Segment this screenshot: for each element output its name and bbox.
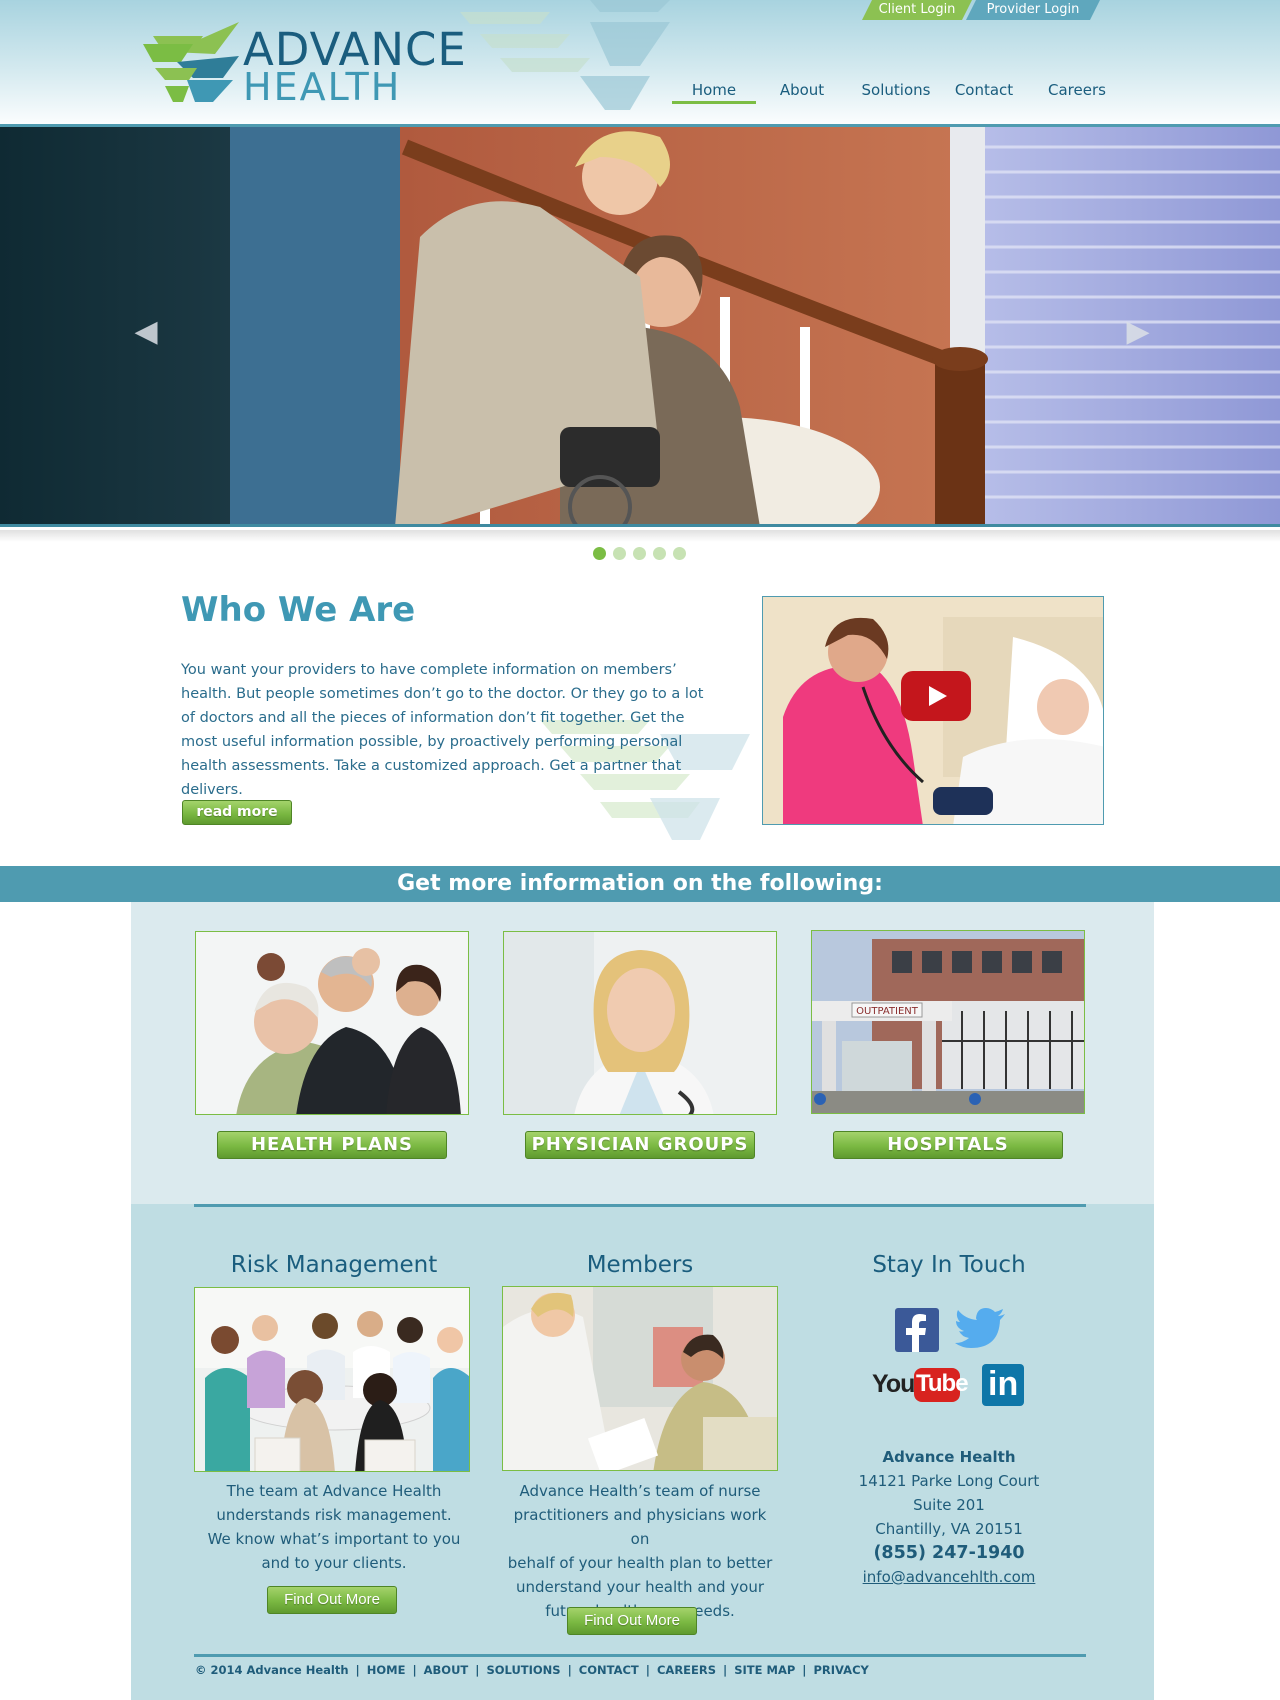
health-plans-image[interactable] [195,931,469,1115]
youtube-tube-text: Tube [916,1370,969,1397]
client-login-link[interactable]: Client Login [862,0,972,20]
section-divider [194,1204,1086,1207]
footer-separator: | [475,1663,480,1677]
risk-management-image[interactable] [194,1287,470,1472]
members-line: understand your health and your [515,1578,765,1596]
footer-separator: | [723,1663,728,1677]
hospitals-photo: OUTPATIENT [812,931,1084,1113]
risk-line: We know what’s important to you [207,1530,461,1548]
provider-login-link[interactable]: Provider Login [966,0,1100,20]
footer-link-about[interactable]: ABOUT [424,1663,469,1677]
contact-block: Advance Health 14121 Parke Long Court Su… [828,1445,1070,1589]
logo-mark-icon [143,22,239,102]
slider-dot[interactable] [653,547,666,560]
members-photo [503,1287,777,1470]
members-title: Members [586,1252,694,1278]
footer-separator: | [802,1663,807,1677]
twitter-icon[interactable] [955,1308,1007,1352]
members-text: Advance Health’s team of nurse practitio… [502,1479,778,1623]
stay-in-touch-title: Stay In Touch [872,1252,1026,1278]
hero-prev-arrow[interactable]: ◀ [126,312,166,352]
physician-groups-photo [504,932,776,1114]
slider-dot[interactable] [673,547,686,560]
risk-management-title: Risk Management [230,1252,438,1278]
slider-dot[interactable] [613,547,626,560]
footer-separator: | [645,1663,650,1677]
physician-groups-button[interactable]: PHYSICIAN GROUPS [525,1131,755,1159]
page: ADVANCE HEALTH Client Login Provider Log… [0,0,1280,1700]
footer-link-site-map[interactable]: SITE MAP [734,1663,795,1677]
nav-about[interactable]: About [772,78,832,104]
members-line: Advance Health’s team of nurse [519,1482,761,1500]
contact-phone[interactable]: (855) 247-1940 [828,1541,1070,1565]
nav-solutions[interactable]: Solutions [856,78,936,104]
contact-address1: 14121 Parke Long Court [858,1472,1040,1490]
video-play-button[interactable] [901,671,971,721]
play-icon [929,686,947,706]
hero-next-arrow[interactable]: ▶ [1118,312,1158,352]
risk-line: The team at Advance Health [226,1482,442,1500]
footer-link-home[interactable]: HOME [367,1663,406,1677]
footer-link-careers[interactable]: CAREERS [657,1663,716,1677]
hospitals-button[interactable]: HOSPITALS [833,1131,1063,1159]
physician-groups-image[interactable] [503,931,777,1115]
hero-shadow [0,530,1280,542]
who-we-are-section: Who We Are You want your providers to ha… [0,560,1280,865]
contact-address3: Chantilly, VA 20151 [875,1520,1023,1538]
contact-address2: Suite 201 [913,1496,985,1514]
footer-divider [194,1654,1086,1657]
slider-dots [593,547,693,561]
facebook-icon[interactable] [895,1308,939,1352]
footer: © 2014 Advance Health | HOME | ABOUT | SOLUTIO… [195,1663,869,1681]
youtube-icon[interactable]: You Tube [872,1366,969,1404]
site-header: ADVANCE HEALTH Client Login Provider Log… [0,0,1280,127]
hospitals-image[interactable]: OUTPATIENT [811,930,1085,1114]
members-image[interactable] [502,1286,778,1471]
risk-find-out-more-button[interactable]: Find Out More [267,1586,397,1614]
logo[interactable]: ADVANCE HEALTH [143,22,466,109]
members-line: behalf of your health plan to better [507,1554,773,1572]
footer-separator: | [567,1663,572,1677]
footer-link-solutions[interactable]: SOLUTIONS [486,1663,560,1677]
risk-line: understands risk management. [216,1506,452,1524]
read-more-button[interactable]: read more [182,800,292,825]
hero-image [0,127,1280,524]
members-line: practitioners and physicians work on [513,1506,767,1548]
health-plans-button[interactable]: HEALTH PLANS [217,1131,447,1159]
footer-copyright: © 2014 Advance Health [195,1663,349,1677]
risk-management-text: The team at Advance Health understands r… [194,1479,474,1575]
who-we-are-body: You want your providers to have complete… [181,662,704,798]
decorative-chevron-pattern [460,0,670,110]
outpatient-sign: OUTPATIENT [856,1006,919,1017]
members-find-out-more-button[interactable]: Find Out More [567,1607,697,1635]
contact-email-link[interactable]: info@advancehlth.com [828,1565,1070,1589]
linkedin-text: in [988,1365,1019,1403]
who-we-are-title: Who We Are [181,590,416,630]
facebook-glyph [906,1314,926,1352]
logo-line2: HEALTH [243,65,402,109]
health-plans-photo [196,932,468,1114]
contact-org: Advance Health [882,1448,1016,1466]
footer-separator: | [355,1663,360,1677]
nav-contact[interactable]: Contact [952,78,1016,104]
risk-management-photo [195,1288,469,1471]
footer-link-privacy[interactable]: PRIVACY [813,1663,868,1677]
info-bar-title: Get more information on the following: [0,866,1280,902]
twitter-bird [955,1308,1005,1348]
hero-slider: ◀ ▶ [0,127,1280,527]
slider-dot[interactable] [593,547,606,560]
footer-separator: | [412,1663,417,1677]
risk-line: and to your clients. [261,1554,407,1572]
linkedin-icon[interactable]: in [982,1364,1028,1408]
video-player[interactable] [762,596,1104,825]
nav-home[interactable]: Home [672,78,756,104]
youtube-you-text: You [872,1370,915,1398]
nav-careers[interactable]: Careers [1042,78,1112,104]
footer-link-contact[interactable]: CONTACT [579,1663,639,1677]
slider-dot[interactable] [633,547,646,560]
